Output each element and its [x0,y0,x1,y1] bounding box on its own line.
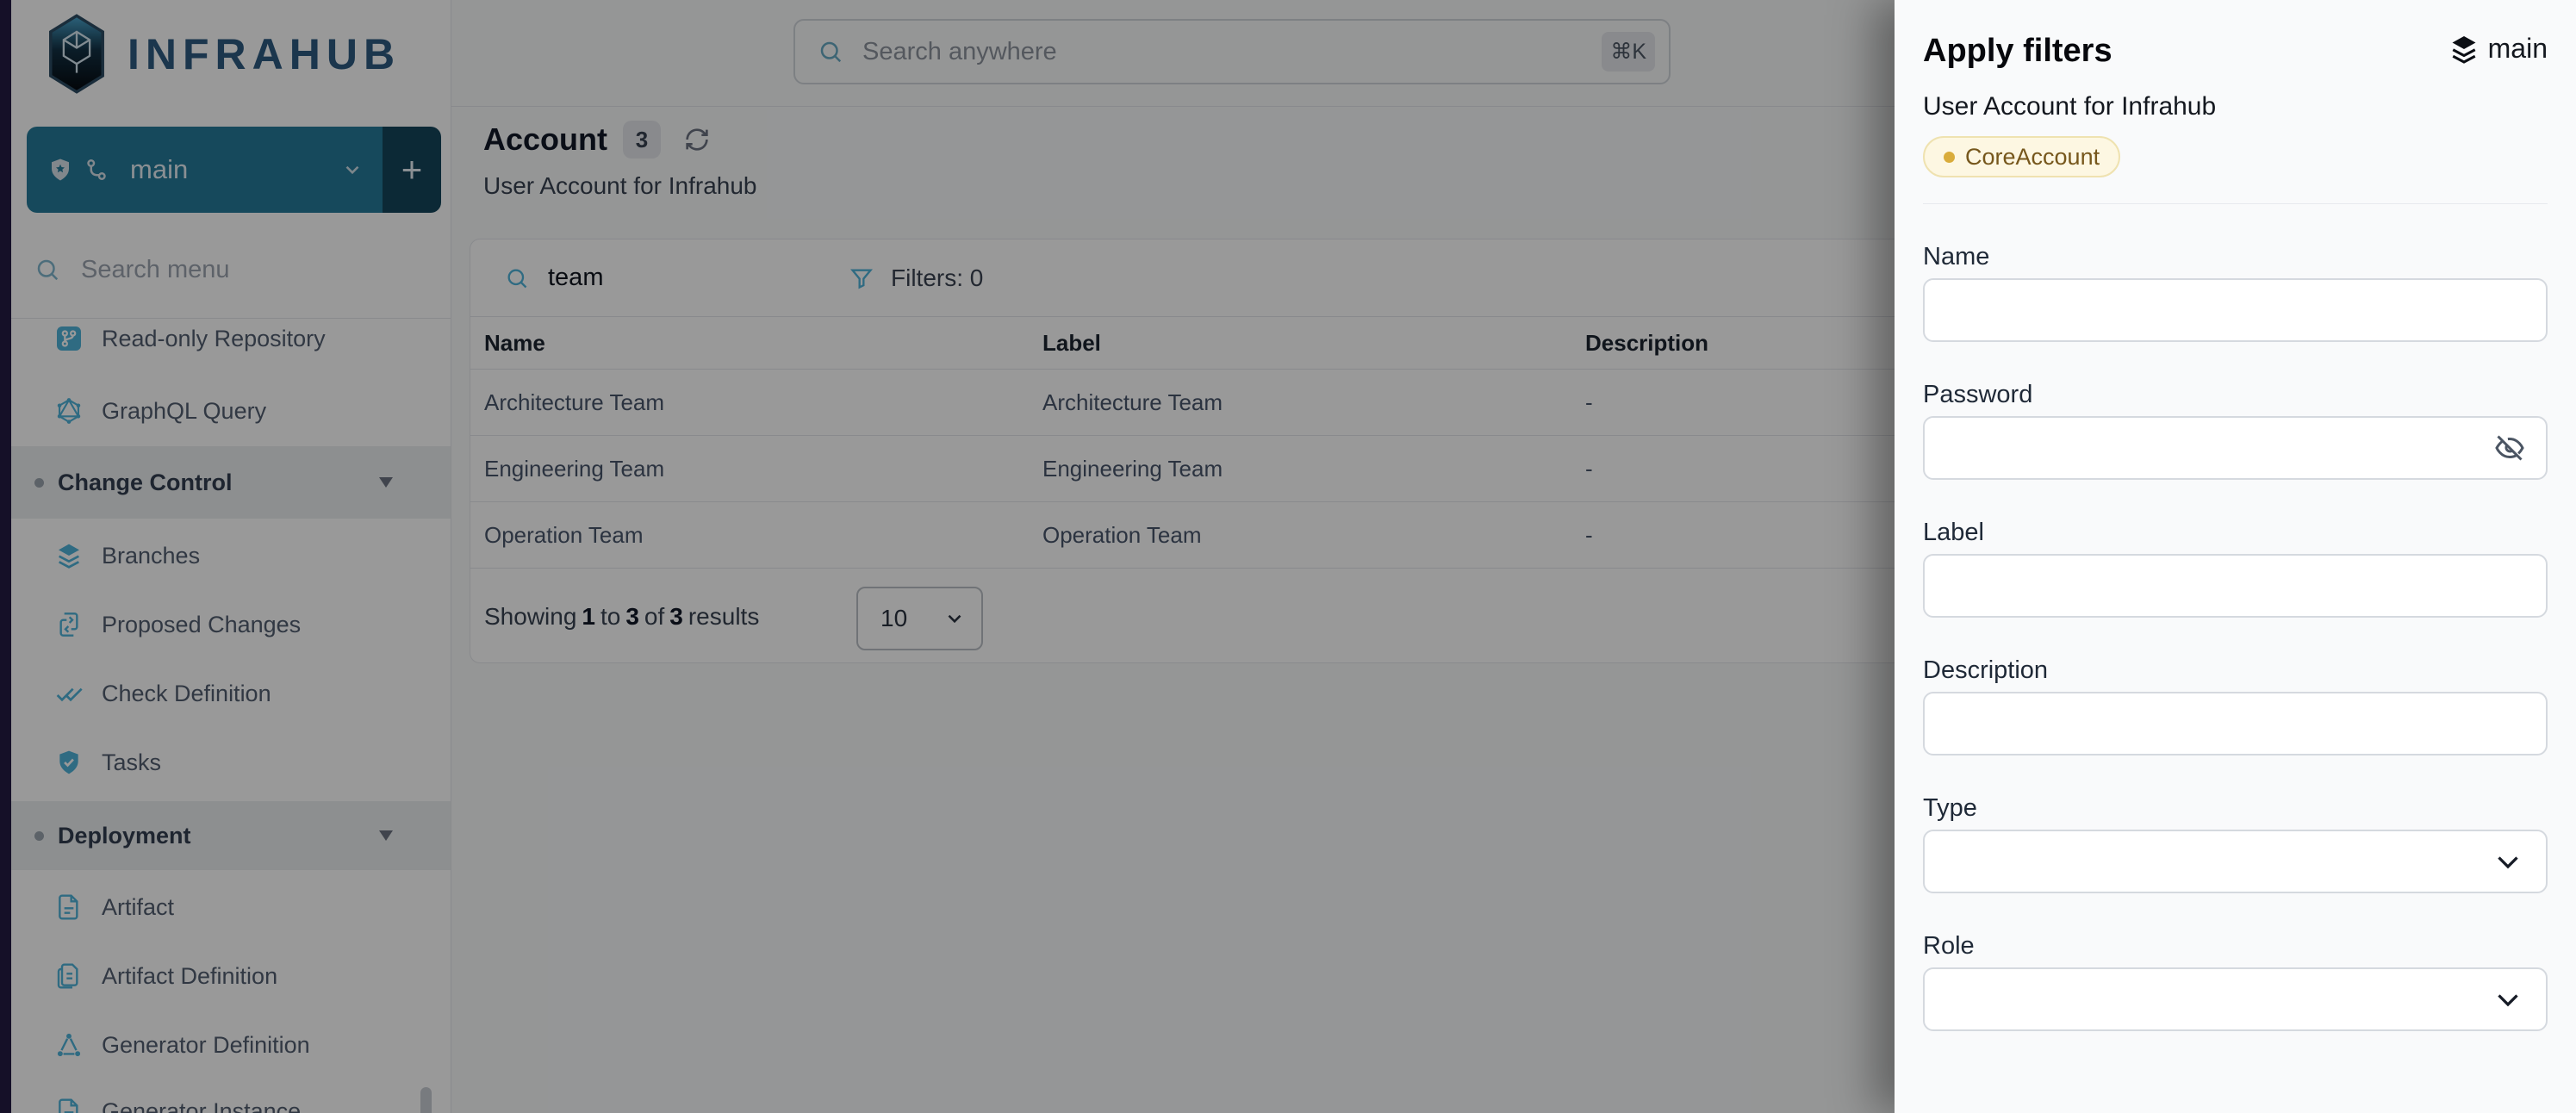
chevron-down-icon [2492,846,2523,877]
chevron-down-icon [2492,984,2523,1015]
role-filter-select[interactable] [1923,967,2548,1031]
type-filter-select[interactable] [1923,830,2548,893]
password-filter-input[interactable] [1923,416,2548,480]
name-filter-input[interactable] [1923,278,2548,342]
label-filter-input[interactable] [1923,554,2548,618]
app-root: INFRAHUB main + Se [0,0,2576,1113]
panel-subtitle: User Account for Infrahub [1923,91,2548,122]
branch-indicator: main [2448,33,2548,65]
panel-branch-label: main [2488,33,2548,65]
kind-badge: CoreAccount [1923,136,2120,177]
name-filter-label: Name [1923,242,2548,271]
panel-header: Apply filters main User Account for Infr… [1923,0,2548,204]
filters-form: Name Password Label Description [1923,204,2548,1031]
badge-dot-icon [1944,152,1955,163]
description-filter-input[interactable] [1923,692,2548,755]
panel-title: Apply filters [1923,31,2112,71]
eye-off-icon[interactable] [2494,432,2525,463]
label-filter-label: Label [1923,518,2548,547]
role-filter-label: Role [1923,931,2548,961]
password-filter-label: Password [1923,380,2548,409]
layers-stack-icon [2448,34,2480,65]
type-filter-label: Type [1923,793,2548,823]
apply-filters-panel: Apply filters main User Account for Infr… [1895,0,2576,1113]
description-filter-label: Description [1923,656,2548,685]
